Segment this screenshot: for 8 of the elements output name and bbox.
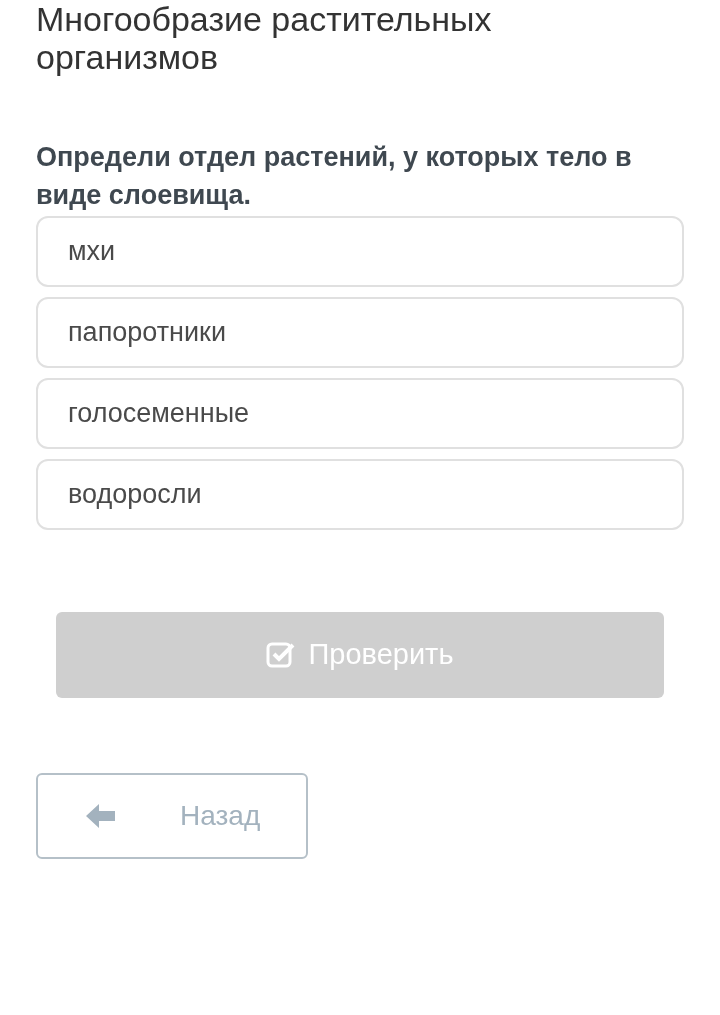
arrow-left-icon xyxy=(86,803,116,829)
answer-option[interactable]: папоротники xyxy=(36,297,684,368)
checkbox-icon xyxy=(266,641,297,669)
question-text: Определи отдел растений, у которых тело в виде слоевища. xyxy=(36,141,633,212)
lesson-title: Многообразие растительных организмов xyxy=(36,0,493,76)
answer-option[interactable]: мхи xyxy=(36,216,684,287)
answer-option[interactable]: голосеменные xyxy=(36,378,684,449)
answer-option[interactable]: водоросли xyxy=(36,459,684,530)
